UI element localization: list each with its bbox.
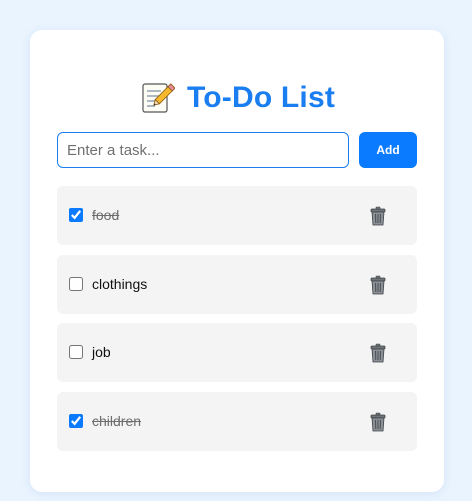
task-item-children: children xyxy=(57,392,417,451)
delete-button[interactable] xyxy=(367,411,389,433)
trash-can-icon xyxy=(367,275,389,299)
task-checkbox[interactable] xyxy=(69,277,83,291)
task-checkbox[interactable] xyxy=(69,345,83,359)
task-item-clothings: clothings xyxy=(57,255,417,314)
todo-card: To-Do List Add food xyxy=(30,30,444,492)
task-item-food: food xyxy=(57,186,417,245)
task-text: job xyxy=(92,344,111,360)
task-text: children xyxy=(92,413,142,429)
header: To-Do List xyxy=(30,78,444,118)
trash-can-icon xyxy=(367,343,389,367)
task-checkbox[interactable] xyxy=(69,414,83,428)
task-list: food clothings job children xyxy=(57,186,417,461)
task-checkbox[interactable] xyxy=(69,208,83,222)
delete-button[interactable] xyxy=(367,274,389,296)
memo-pencil-icon xyxy=(139,80,176,116)
delete-button[interactable] xyxy=(367,205,389,227)
task-item-job: job xyxy=(57,323,417,382)
task-text: clothings xyxy=(92,276,148,292)
page-title: To-Do List xyxy=(186,81,336,114)
add-task-button[interactable]: Add xyxy=(359,132,417,168)
task-input[interactable] xyxy=(57,132,349,168)
trash-can-icon xyxy=(367,206,389,230)
delete-button[interactable] xyxy=(367,342,389,364)
trash-can-icon xyxy=(367,412,389,436)
task-text: food xyxy=(92,207,120,223)
